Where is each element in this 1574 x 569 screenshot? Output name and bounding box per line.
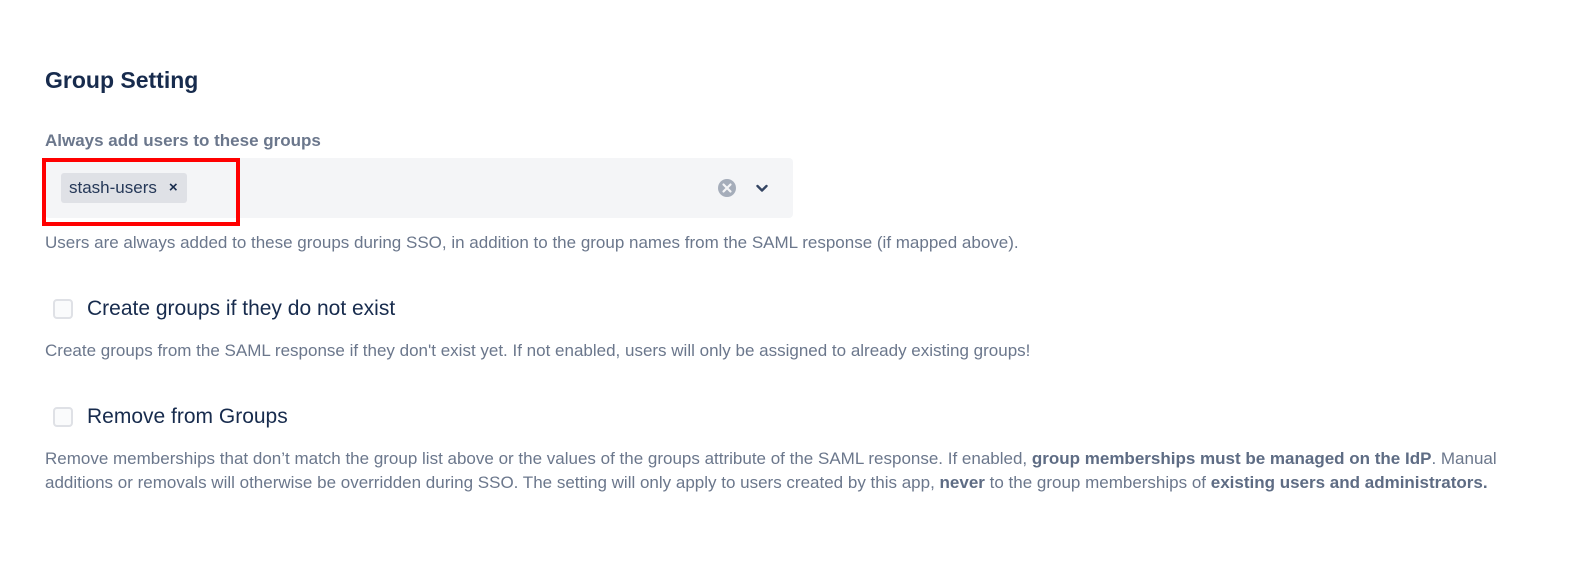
- remove-groups-help-text-1: Remove memberships that don’t match the …: [45, 449, 1032, 468]
- group-chip-stash-users: stash-users ×: [61, 173, 187, 203]
- groups-field-label: Always add users to these groups: [45, 131, 321, 150]
- remove-groups-help-bold-1: group memberships must be managed on the…: [1031, 449, 1432, 468]
- create-groups-checkbox[interactable]: [53, 299, 73, 319]
- chevron-down-icon[interactable]: [753, 179, 771, 197]
- clear-circle-icon[interactable]: [717, 178, 737, 198]
- remove-groups-option[interactable]: Remove from Groups: [53, 403, 288, 431]
- group-setting-page: Group Setting Always add users to these …: [0, 0, 1574, 569]
- group-chip-label: stash-users: [69, 178, 157, 197]
- groups-multiselect[interactable]: stash-users ×: [45, 158, 793, 218]
- remove-groups-help: Remove memberships that don’t match the …: [45, 447, 1525, 495]
- remove-groups-help-text-3: to the group memberships of: [984, 473, 1211, 492]
- remove-groups-checkbox[interactable]: [53, 407, 73, 427]
- create-groups-help: Create groups from the SAML response if …: [45, 341, 1031, 360]
- chip-remove-icon[interactable]: ×: [169, 173, 178, 203]
- remove-groups-help-bold-3: existing users and administrators.: [1210, 473, 1488, 492]
- remove-groups-label: Remove from Groups: [87, 405, 288, 428]
- section-title: Group Setting: [45, 67, 199, 93]
- create-groups-option[interactable]: Create groups if they do not exist: [53, 295, 395, 323]
- remove-groups-help-bold-2: never: [939, 473, 985, 492]
- create-groups-label: Create groups if they do not exist: [87, 297, 396, 320]
- groups-field-help: Users are always added to these groups d…: [45, 233, 1019, 252]
